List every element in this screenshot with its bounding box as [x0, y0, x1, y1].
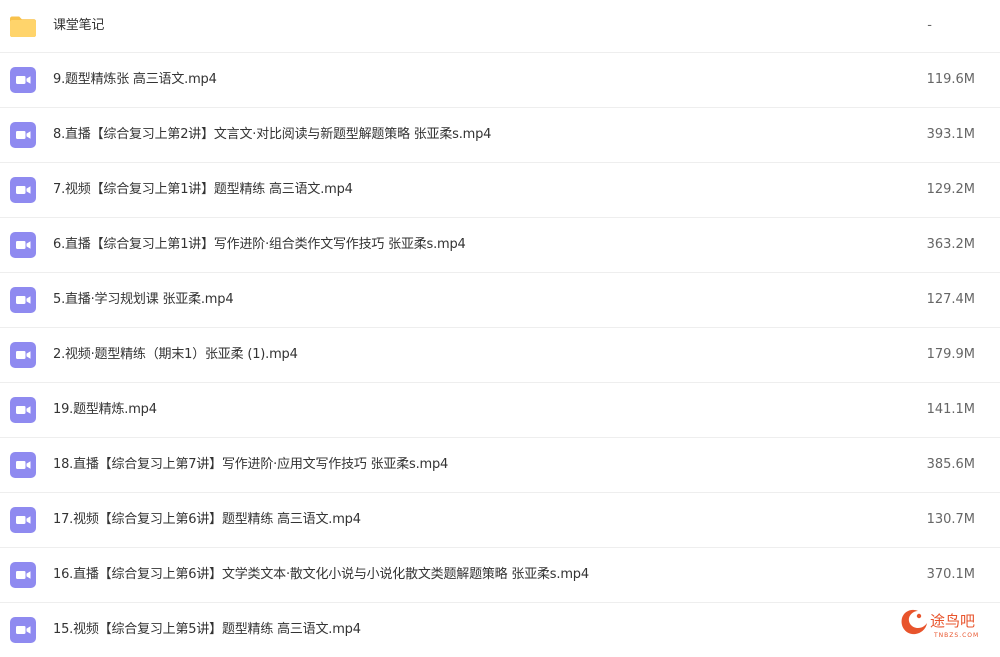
file-row[interactable]: 15.视频【综合复习上第5讲】题型精练 高三语文.mp4	[0, 603, 1000, 657]
file-name[interactable]: 15.视频【综合复习上第5讲】题型精练 高三语文.mp4	[53, 603, 361, 657]
video-file-icon	[9, 121, 37, 149]
file-size: 119.6M	[926, 72, 975, 87]
video-file-icon	[9, 451, 37, 479]
video-file-icon	[9, 286, 37, 314]
file-row[interactable]: 2.视频·题型精练（期末1）张亚柔 (1).mp4 179.9M	[0, 328, 1000, 383]
file-size: 130.7M	[926, 512, 975, 527]
video-file-icon	[9, 506, 37, 534]
file-name[interactable]: 6.直播【综合复习上第1讲】写作进阶·组合类作文写作技巧 张亚柔s.mp4	[53, 218, 466, 272]
file-name[interactable]: 8.直播【综合复习上第2讲】文言文·对比阅读与新题型解题策略 张亚柔s.mp4	[53, 108, 491, 162]
file-name[interactable]: 7.视频【综合复习上第1讲】题型精练 高三语文.mp4	[53, 163, 353, 217]
file-row[interactable]: 19.题型精炼.mp4 141.1M	[0, 383, 1000, 438]
watermark-logo: 途鸟吧 TNBZS.COM	[898, 604, 994, 642]
file-row[interactable]: 7.视频【综合复习上第1讲】题型精练 高三语文.mp4 129.2M	[0, 163, 1000, 218]
video-file-icon	[9, 231, 37, 259]
video-file-icon	[9, 616, 37, 644]
file-size: 370.1M	[926, 567, 975, 582]
video-file-icon	[9, 561, 37, 589]
file-name[interactable]: 9.题型精炼张 高三语文.mp4	[53, 53, 217, 107]
file-size: 393.1M	[926, 127, 975, 142]
file-size: -	[927, 18, 932, 33]
file-size: 363.2M	[926, 237, 975, 252]
file-row[interactable]: 5.直播·学习规划课 张亚柔.mp4 127.4M	[0, 273, 1000, 328]
file-size: 179.9M	[926, 347, 975, 362]
video-file-icon	[9, 341, 37, 369]
watermark-text: 途鸟吧	[930, 612, 975, 630]
file-row[interactable]: 18.直播【综合复习上第7讲】写作进阶·应用文写作技巧 张亚柔s.mp4 385…	[0, 438, 1000, 493]
file-row[interactable]: 17.视频【综合复习上第6讲】题型精练 高三语文.mp4 130.7M	[0, 493, 1000, 548]
file-name[interactable]: 17.视频【综合复习上第6讲】题型精练 高三语文.mp4	[53, 493, 361, 547]
file-name[interactable]: 18.直播【综合复习上第7讲】写作进阶·应用文写作技巧 张亚柔s.mp4	[53, 438, 448, 492]
file-name[interactable]: 2.视频·题型精练（期末1）张亚柔 (1).mp4	[53, 328, 298, 382]
file-size: 385.6M	[926, 457, 975, 472]
file-size: 141.1M	[926, 402, 975, 417]
file-name[interactable]: 16.直播【综合复习上第6讲】文学类文本·散文化小说与小说化散文类题解题策略 张…	[53, 548, 589, 602]
file-row[interactable]: 9.题型精炼张 高三语文.mp4 119.6M	[0, 53, 1000, 108]
file-name[interactable]: 19.题型精炼.mp4	[53, 383, 157, 437]
video-file-icon	[9, 66, 37, 94]
video-file-icon	[9, 176, 37, 204]
file-row[interactable]: 6.直播【综合复习上第1讲】写作进阶·组合类作文写作技巧 张亚柔s.mp4 36…	[0, 218, 1000, 273]
folder-icon	[9, 12, 37, 40]
file-name[interactable]: 课堂笔记	[53, 0, 104, 52]
file-name[interactable]: 5.直播·学习规划课 张亚柔.mp4	[53, 273, 234, 327]
file-row[interactable]: 16.直播【综合复习上第6讲】文学类文本·散文化小说与小说化散文类题解题策略 张…	[0, 548, 1000, 603]
watermark-subtext: TNBZS.COM	[933, 632, 979, 639]
file-row-folder-notes[interactable]: 课堂笔记 -	[0, 0, 1000, 53]
file-size: 129.2M	[926, 182, 975, 197]
file-list: 课堂笔记 - 9.题型精炼张 高三语文.mp4 119.6M 8.直播【综合复习…	[0, 0, 1000, 657]
video-file-icon	[9, 396, 37, 424]
file-size: 127.4M	[926, 292, 975, 307]
file-row[interactable]: 8.直播【综合复习上第2讲】文言文·对比阅读与新题型解题策略 张亚柔s.mp4 …	[0, 108, 1000, 163]
